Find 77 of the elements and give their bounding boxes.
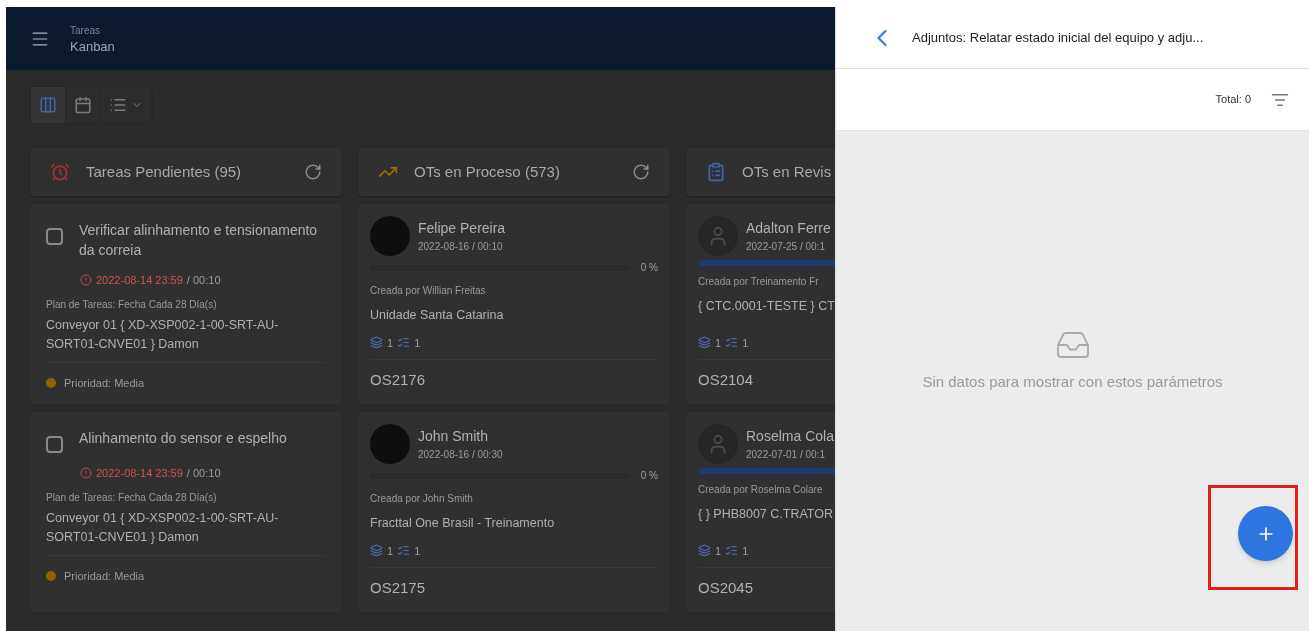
work-order-card[interactable]: Adalton Ferre 2022-07-25 / 00:1 Creada por Treinamento Fr { CTC.0001-TESTE } CT 1 1 OS2104 [686, 204, 835, 404]
empty-message: Sin datos para mostrar con estos parámetros [922, 372, 1223, 392]
layers-icon [370, 336, 383, 350]
created-by: Creada por Roselma Colare [698, 483, 824, 497]
priority-label: Prioridad: Media [64, 568, 145, 584]
column-title: OTs en Revis [742, 161, 833, 182]
layers-icon [698, 336, 711, 350]
task-plan: Plan de Tareas: Fecha Cada 28 Día(s) [46, 490, 218, 505]
duration: / 00:10 [186, 466, 221, 481]
alarm-clock-icon [50, 162, 70, 182]
panel-title: Adjuntos: Relatar estado inicial del equipo y adju... [912, 28, 1204, 47]
order-date: 2022-07-25 / 00:1 [746, 240, 826, 254]
location-name: { } PHB8007 C.TRATOR [698, 506, 834, 523]
list-view-icon [109, 96, 127, 114]
created-by: Creada por Treinamento Fr [698, 275, 820, 289]
asset-name: Conveyor 01 { XD-XSP002-1-00-SRT-AU-SORT01-CNVE01 } Damon [46, 316, 280, 353]
order-date: 2022-08-16 / 00:10 [418, 240, 504, 254]
due-date: 2022-08-14 23:59 [96, 273, 183, 288]
clipboard-icon [706, 162, 726, 182]
task-plan: Plan de Tareas: Fecha Cada 28 Día(s) [46, 297, 218, 312]
item-count: 1 [414, 335, 421, 351]
assignee-name: Adalton Ferre [746, 219, 831, 238]
layers-icon [370, 544, 383, 558]
task-count: 1 [715, 335, 722, 351]
progress-percent: 0 % [640, 261, 658, 275]
assignee-name: Felipe Pereira [418, 219, 506, 238]
order-code: OS2175 [370, 579, 426, 596]
add-button[interactable] [1238, 506, 1293, 561]
work-order-card[interactable]: Roselma Cola 2022-07-01 / 00:1 Creada por Roselma Colare { } PHB8007 C.TRATOR 1 1 OS2045 [686, 412, 835, 612]
avatar-placeholder [370, 216, 410, 256]
order-date: 2022-07-01 / 00:1 [746, 448, 826, 462]
alert-icon [80, 467, 92, 480]
task-title: Verificar alinhamento e tensionamento da correia [79, 221, 319, 260]
checklist-icon [725, 544, 739, 558]
order-date: 2022-08-16 / 00:30 [418, 448, 503, 462]
order-code: OS2045 [698, 579, 754, 596]
view-toggle-button[interactable] [31, 87, 66, 123]
refresh-icon[interactable] [632, 163, 650, 181]
task-card[interactable]: Verificar alinhamento e tensionamento da correia 2022-08-14 23:59 / 00:10 Plan de Tareas: Fecha Cada 28 Día(s) Conveyor 01 { XD-XSP002-1-00-SRT-AU-SORT01-CNVE01 } Damon Prioridad: Media [30, 204, 342, 404]
due-date: 2022-08-14 23:59 [96, 466, 183, 481]
location-name: Fracttal One Brasil - Treinamento [370, 515, 556, 532]
order-code: OS2176 [370, 371, 426, 388]
created-by: Creada por John Smith [370, 492, 474, 506]
layers-icon [698, 544, 711, 558]
avatar-placeholder [370, 424, 410, 464]
asset-name: Conveyor 01 { XD-XSP002-1-00-SRT-AU-SORT01-CNVE01 } Damon [46, 509, 280, 546]
task-count: 1 [715, 543, 722, 559]
calendar-view-icon [74, 96, 92, 114]
created-by: Creada por Willian Freitas [370, 284, 487, 298]
alert-icon [80, 274, 92, 287]
checkbox[interactable] [46, 436, 63, 453]
page-title: Kanban [70, 38, 115, 55]
total-count: Total: 0 [1215, 92, 1251, 108]
board-view-icon [39, 96, 57, 114]
item-count: 1 [742, 335, 749, 351]
assignee-name: Roselma Cola [746, 427, 834, 446]
duration: / 00:10 [186, 273, 221, 288]
column-title: Tareas Pendientes (95) [86, 161, 243, 182]
section-label: Tareas [70, 23, 101, 38]
priority-label: Prioridad: Media [64, 375, 145, 391]
task-card[interactable]: Alinhamento do sensor e espelho 2022-08-14 23:59 / 00:10 Plan de Tareas: Fecha Cada 28 Día(s) Conveyor 01 { XD-XSP002-1-00-SRT-AU-SORT01-CNVE01 } Damon Prioridad: Media [30, 412, 342, 612]
item-count: 1 [742, 543, 749, 559]
order-code: OS2104 [698, 371, 754, 388]
progress-percent: 0 % [640, 469, 658, 483]
task-title: Alinhamento do sensor e espelho [79, 429, 287, 448]
task-count: 1 [387, 543, 394, 559]
task-count: 1 [387, 335, 394, 351]
assignee-name: John Smith [418, 427, 490, 446]
checkbox[interactable] [46, 228, 63, 245]
column-title: OTs en Proceso (573) [414, 161, 561, 182]
checklist-icon [397, 336, 411, 350]
checklist-icon [725, 336, 739, 350]
location-name: { CTC.0001-TESTE } CT [698, 298, 835, 315]
location-name: Unidade Santa Catarina [370, 307, 505, 324]
item-count: 1 [414, 543, 421, 559]
checklist-icon [397, 544, 411, 558]
refresh-icon[interactable] [304, 163, 322, 181]
